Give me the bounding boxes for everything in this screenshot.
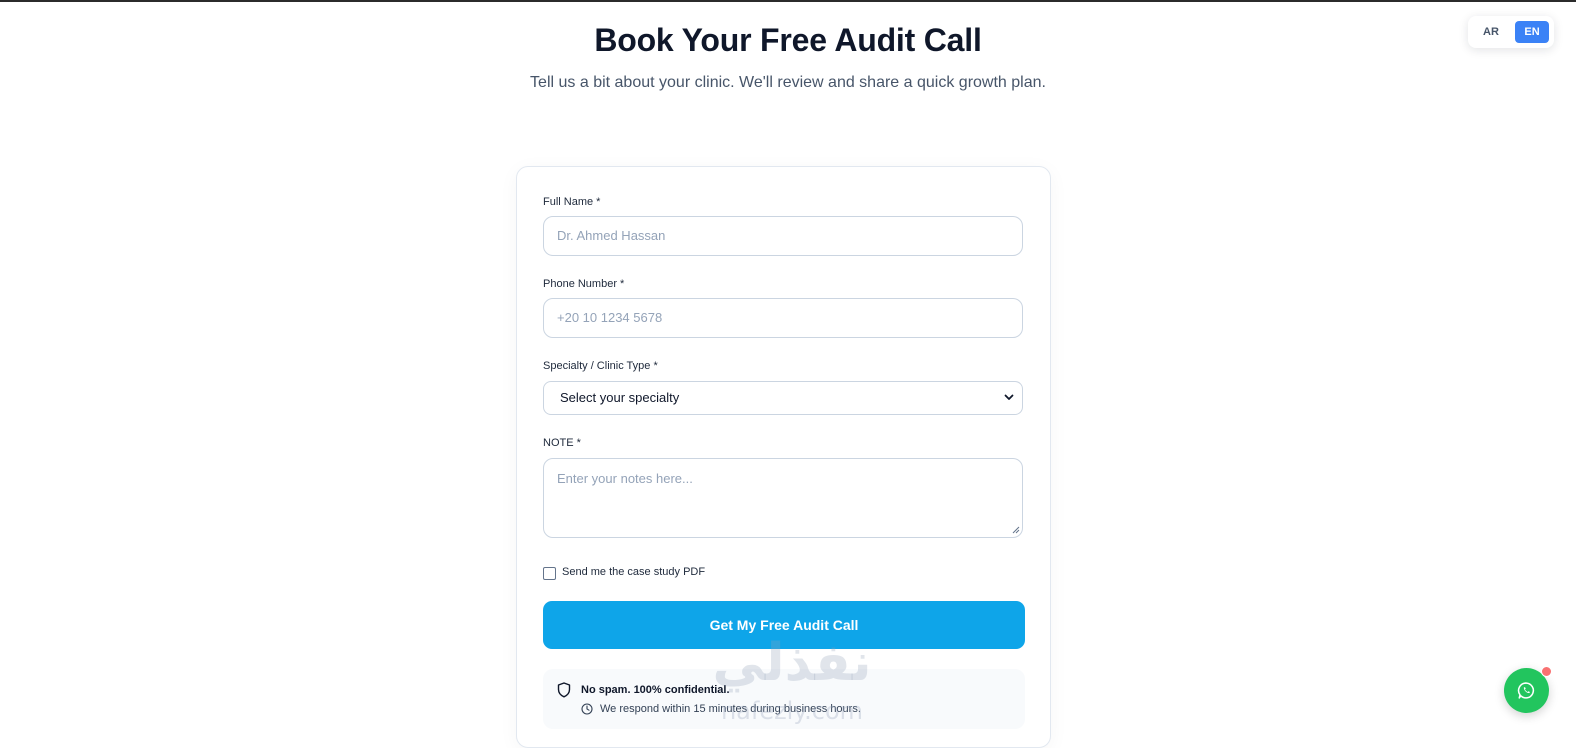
response-time-text: We respond within 15 minutes during busi…: [600, 703, 861, 715]
resize-handle-icon[interactable]: [1012, 526, 1020, 536]
whatsapp-icon: [1517, 682, 1535, 699]
lang-en-button[interactable]: EN: [1515, 21, 1549, 43]
page-subtitle: Tell us a bit about your clinic. We'll r…: [530, 74, 1046, 91]
phone-input[interactable]: +20 10 1234 5678: [543, 298, 1023, 338]
phone-label: Phone Number *: [543, 278, 625, 290]
booking-form-card: Full Name * Dr. Ahmed Hassan Phone Numbe…: [516, 166, 1051, 748]
case-study-checkbox-label[interactable]: Send me the case study PDF: [562, 566, 705, 578]
case-study-checkbox[interactable]: [543, 567, 556, 580]
clock-icon: [581, 702, 593, 715]
submit-button[interactable]: Get My Free Audit Call: [543, 601, 1025, 649]
full-name-label: Full Name *: [543, 196, 601, 208]
language-switcher: AR EN: [1468, 16, 1554, 48]
full-name-input[interactable]: Dr. Ahmed Hassan: [543, 216, 1023, 256]
notification-dot: [1541, 666, 1552, 677]
phone-placeholder: +20 10 1234 5678: [557, 310, 663, 325]
no-spam-text: No spam. 100% confidential.: [581, 684, 730, 696]
note-label: NOTE *: [543, 437, 581, 449]
specialty-select[interactable]: Select your specialty: [543, 381, 1023, 415]
window-top-border: [0, 0, 1576, 2]
specialty-label: Specialty / Clinic Type *: [543, 360, 658, 372]
lang-ar-button[interactable]: AR: [1474, 21, 1508, 43]
chevron-down-icon: [1004, 382, 1014, 427]
page-title: Book Your Free Audit Call: [594, 22, 982, 58]
specialty-selected-value: Select your specialty: [560, 390, 680, 405]
shield-icon: [557, 682, 571, 698]
note-textarea[interactable]: Enter your notes here...: [543, 458, 1023, 538]
note-placeholder: Enter your notes here...: [557, 471, 693, 486]
full-name-placeholder: Dr. Ahmed Hassan: [557, 228, 666, 243]
trust-notice: No spam. 100% confidential. We respond w…: [543, 669, 1025, 729]
